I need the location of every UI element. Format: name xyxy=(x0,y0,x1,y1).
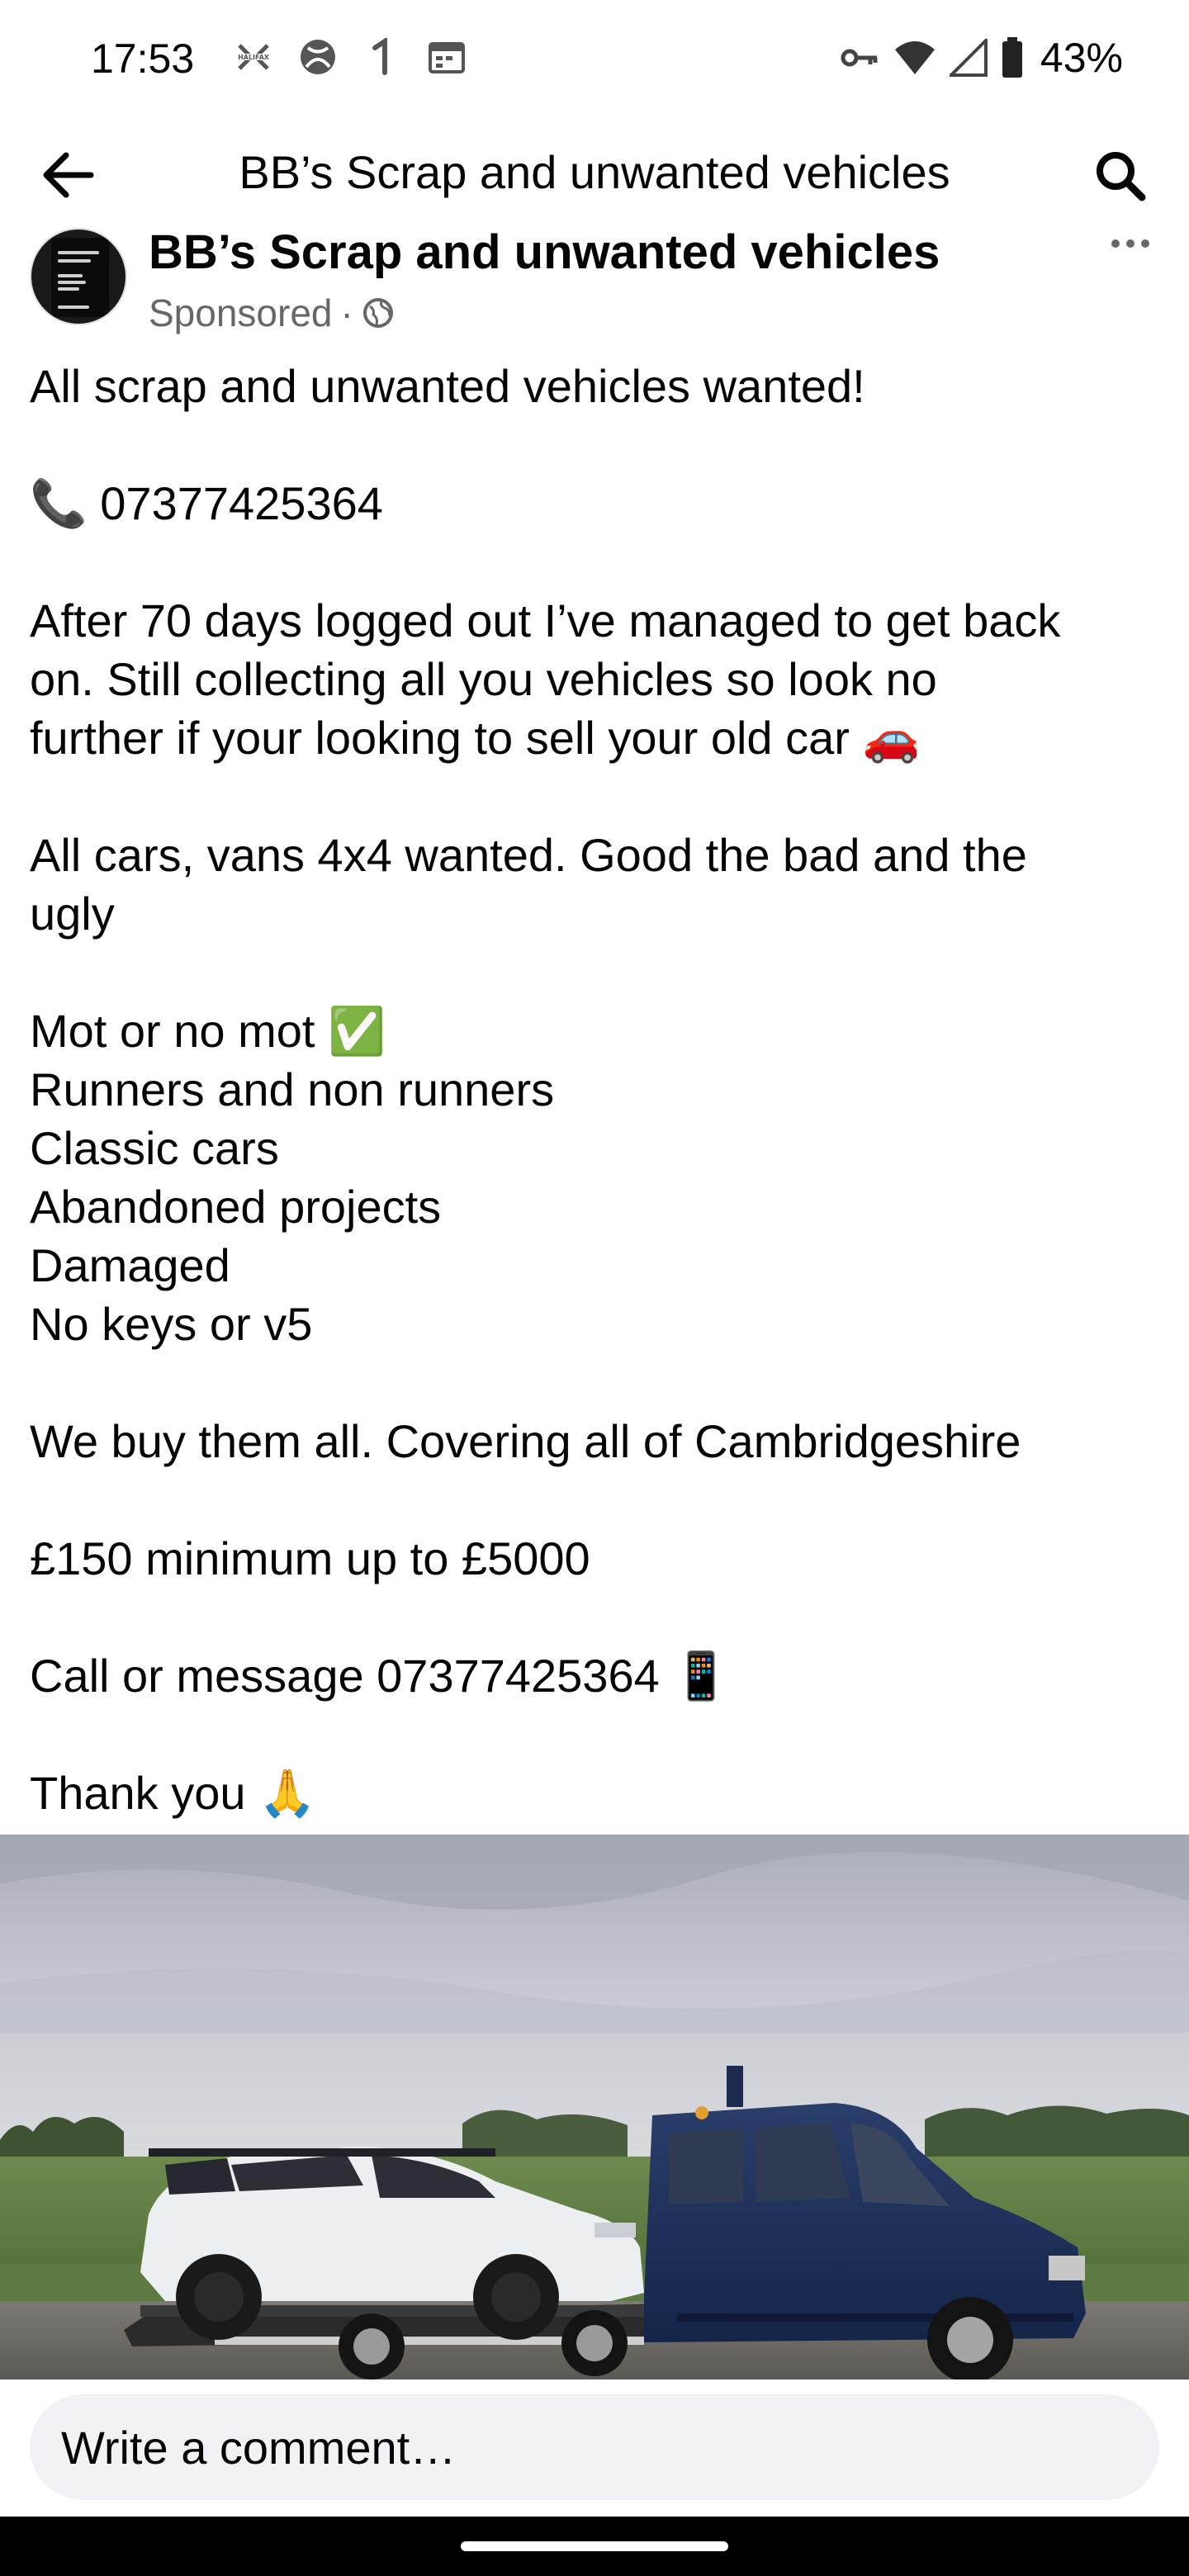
search-icon xyxy=(1097,152,1146,201)
post-line: £150 minimum up to £5000 xyxy=(30,1532,590,1584)
post-line xyxy=(30,943,1169,1002)
post-line: Mot or no mot ✅ xyxy=(30,1005,386,1057)
comment-input[interactable]: Write a comment… xyxy=(30,2394,1159,2500)
post-line xyxy=(30,533,1169,591)
post-line: After 70 days logged out I’ve managed to… xyxy=(30,594,1061,646)
meta-separator: · xyxy=(340,291,353,334)
post-line: All cars, vans 4x4 wanted. Good the bad … xyxy=(30,829,1027,881)
recovery-truck-photo xyxy=(0,1835,1189,2379)
battery-percent: 43% xyxy=(1040,35,1123,81)
post-line xyxy=(30,415,1169,474)
post-line[interactable]: Call or message 07377425364 📱 xyxy=(30,1646,1169,1705)
home-indicator[interactable] xyxy=(461,2541,728,2551)
calendar-icon xyxy=(426,38,467,76)
post-line: Abandoned projects xyxy=(30,1181,442,1233)
post-meta: Sponsored · xyxy=(149,291,395,335)
vpn-key-icon xyxy=(841,33,880,83)
page-title: BB’s Scrap and unwanted vehicles xyxy=(239,146,950,198)
back-arrow-icon xyxy=(43,152,94,198)
post-line: ugly xyxy=(30,888,115,940)
post-line: further if your looking to sell your old… xyxy=(30,712,921,764)
post-image[interactable] xyxy=(0,1835,1189,2379)
post-body: All scrap and unwanted vehicles wanted! … xyxy=(30,357,1169,1822)
post-line xyxy=(30,1353,1169,1412)
post-header: BB’s Scrap and unwanted vehicles Sponsor… xyxy=(0,223,1189,347)
post-line xyxy=(30,1588,1169,1646)
post-line xyxy=(30,767,1169,826)
status-bar: 17:53 HALIFAX 43% xyxy=(0,0,1189,116)
svg-text:HALIFAX: HALIFAX xyxy=(238,54,270,61)
post-page-name[interactable]: BB’s Scrap and unwanted vehicles xyxy=(149,225,940,280)
post-line: Runners and non runners xyxy=(30,1063,555,1115)
post-line: Classic cars xyxy=(30,1122,279,1174)
battery-icon xyxy=(1001,33,1024,83)
post-line: on. Still collecting all you vehicles so… xyxy=(30,653,937,705)
post-line: Thank you 🙏 xyxy=(30,1767,316,1819)
status-left-icons: HALIFAX xyxy=(233,38,467,76)
post-line: No keys or v5 xyxy=(30,1298,313,1350)
notification-icon xyxy=(362,38,403,76)
post-line[interactable]: 📞 07377425364 xyxy=(30,474,1169,533)
sponsored-label: Sponsored xyxy=(149,291,333,334)
post-line: We buy them all. Covering all of Cambrid… xyxy=(30,1415,1021,1467)
system-nav-bar xyxy=(0,2517,1189,2576)
avatar[interactable] xyxy=(30,228,127,325)
post-line: All scrap and unwanted vehicles wanted! xyxy=(30,360,865,412)
globe-icon xyxy=(362,298,393,328)
status-time: 17:53 xyxy=(91,36,195,82)
halifax-icon: HALIFAX xyxy=(233,38,274,76)
status-right-icons: 43% xyxy=(841,33,1123,83)
post-line: Damaged xyxy=(30,1239,230,1291)
post-line xyxy=(30,1470,1169,1529)
back-button[interactable] xyxy=(36,144,99,206)
search-button[interactable] xyxy=(1090,145,1151,206)
wifi-icon xyxy=(893,33,936,83)
more-options-button[interactable] xyxy=(1101,223,1159,264)
xbox-icon xyxy=(297,38,339,76)
comment-bar: Write a comment… xyxy=(0,2379,1189,2517)
post-line xyxy=(30,1705,1169,1764)
more-icon xyxy=(1111,239,1149,248)
app-header: BB’s Scrap and unwanted vehicles xyxy=(0,124,1189,223)
cell-signal-icon xyxy=(949,33,988,83)
